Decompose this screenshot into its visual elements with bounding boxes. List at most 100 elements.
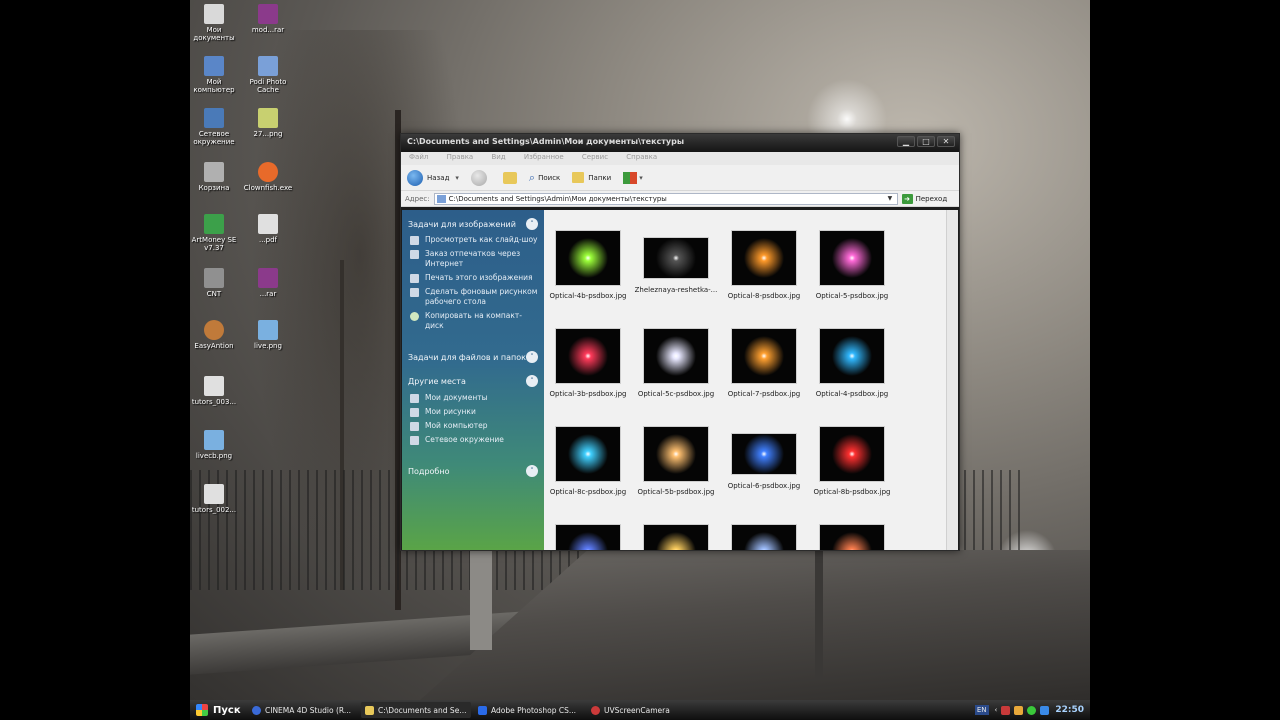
taskbar-button-photoshop[interactable]: Adobe Photoshop CS... [474,702,584,718]
file-thumbnail[interactable]: Optical-8-psdbox.jpg [720,230,808,300]
start-button[interactable]: Пуск [190,700,248,720]
artmoney-icon [204,214,224,234]
place-network[interactable]: Сетевое окружение [410,435,538,445]
desktop-icon-live-png[interactable]: live.png [240,320,296,350]
desktop-icon-tutors-003[interactable]: tutors_003... [190,376,242,406]
expand-icon[interactable]: ˅ [526,351,538,363]
task-slideshow[interactable]: Просмотреть как слайд-шоу [410,235,538,245]
folders-button[interactable]: Папки [572,172,611,183]
up-folder-button[interactable] [502,171,517,184]
search-button[interactable]: ⌕ Поиск [529,171,560,185]
desktop-icon-photo-cache[interactable]: Podi Photo Cache [240,56,296,94]
light-flare [744,336,784,376]
file-thumbnail[interactable] [632,524,720,550]
file-thumbnail[interactable]: Zheleznaya-reshetka-... [632,230,720,294]
desktop-icon-label: ...rar [259,290,277,298]
place-my-computer[interactable]: Мой компьютер [410,421,538,431]
explorer-window: C:\Documents and Settings\Admin\Мои доку… [400,133,960,551]
taskbar-button-explorer[interactable]: C:\Documents and Se... [361,702,471,718]
wallpaper-icon [410,288,419,297]
back-button[interactable]: Назад ▾ [407,169,459,186]
task-order-prints[interactable]: Заказ отпечатков через Интернет [410,249,538,269]
file-thumbnail[interactable]: Optical-8c-psdbox.jpg [544,426,632,496]
address-bar: Адрес: C:\Documents and Settings\Admin\М… [401,191,959,207]
tray-app-icon[interactable] [1001,705,1011,715]
desktop-icon-label: Корзина [198,184,230,192]
image-tasks-header[interactable]: Задачи для изображений ˄ [408,218,538,230]
details-header[interactable]: Подробно ˅ [408,465,538,477]
vertical-scrollbar[interactable] [946,210,958,550]
task-set-wallpaper[interactable]: Сделать фоновым рисунком рабочего стола [410,287,538,307]
task-copy-to-cd[interactable]: Копировать на компакт-диск [410,311,538,331]
tray-app-icon[interactable] [1014,705,1024,715]
address-dropdown-icon[interactable]: ▼ [888,195,896,203]
forward-button[interactable] [470,169,491,186]
desktop-icon-my-computer[interactable]: Мой компьютер [190,56,242,94]
file-thumbnail[interactable]: Optical-6-psdbox.jpg [720,426,808,490]
menu-tools[interactable]: Сервис [582,153,608,161]
file-thumbnail[interactable] [720,524,808,550]
menu-edit[interactable]: Правка [447,153,474,161]
tray-app-icon[interactable] [1027,705,1037,715]
system-tray: EN ‹ 22:50 [974,700,1090,720]
file-thumbnail[interactable] [808,524,896,550]
file-thumbnail[interactable]: Optical-3b-psdbox.jpg [544,328,632,398]
task-print[interactable]: Печать этого изображения [410,273,538,283]
desktop-icon-pdf[interactable]: ...pdf [240,214,296,244]
place-my-pictures[interactable]: Мои рисунки [410,407,538,417]
tray-app-icon[interactable] [1040,705,1050,715]
task-label: Печать этого изображения [425,273,533,282]
file-tasks-header[interactable]: Задачи для файлов и папок ˅ [408,351,538,363]
clock[interactable]: 22:50 [1055,705,1084,715]
tray-expand-icon[interactable]: ‹ [995,706,998,714]
clownfish-icon [258,162,278,182]
desktop-icon-tutors-002[interactable]: tutors_002... [190,484,242,514]
desktop-icon-easyantion[interactable]: EasyAntion [190,320,242,350]
thumbnail-image [555,524,621,550]
desktop-icon-my-documents[interactable]: Мои документы [190,4,242,42]
desktop-icon-clownfish[interactable]: Clownfish.exe [240,162,296,192]
desktop-icon-livecb-png[interactable]: livecb.png [190,430,242,460]
file-thumbnail[interactable]: Optical-5-psdbox.jpg [808,230,896,300]
menu-favorites[interactable]: Избранное [524,153,564,161]
file-thumbnail[interactable]: Optical-4b-psdbox.jpg [544,230,632,300]
views-button[interactable]: ▾ [623,171,643,184]
other-places-header[interactable]: Другие места ˄ [408,375,538,387]
place-label: Мои документы [425,393,488,402]
taskbar-button-uvscreencamera[interactable]: UVScreenCamera [587,702,697,718]
collapse-icon[interactable]: ˄ [526,218,538,230]
file-thumbnail[interactable]: Optical-5b-psdbox.jpg [632,426,720,496]
file-thumbnail[interactable]: Optical-8b-psdbox.jpg [808,426,896,496]
desktop-icon-rar[interactable]: mod...rar [240,4,296,34]
file-thumbnail[interactable] [544,524,632,550]
expand-icon[interactable]: ˅ [526,465,538,477]
desktop-icon-png[interactable]: 27...png [240,108,296,138]
desktop-icon-label: ...pdf [258,236,278,244]
maximize-button[interactable]: □ [917,136,935,147]
place-my-documents[interactable]: Мои документы [410,393,538,403]
folder-icon [258,56,278,76]
collapse-icon[interactable]: ˄ [526,375,538,387]
file-thumbnail[interactable]: Optical-5c-psdbox.jpg [632,328,720,398]
desktop-icon-recycle-bin[interactable]: Корзина [190,162,242,192]
address-input[interactable]: C:\Documents and Settings\Admin\Мои доку… [433,192,898,205]
back-dropdown-icon[interactable]: ▾ [455,174,459,182]
menu-help[interactable]: Справка [626,153,657,161]
taskbar-button-cinema4d[interactable]: CINEMA 4D Studio (R... [248,702,358,718]
desktop-icon-rar-2[interactable]: ...rar [240,268,296,298]
desktop-icon-network[interactable]: Сетевое окружение [190,108,242,146]
folder-icon [436,194,446,203]
language-indicator[interactable]: EN [974,705,989,715]
desktop-icon-cnt[interactable]: CNT [190,268,242,298]
close-button[interactable]: ✕ [937,136,955,147]
window-titlebar[interactable]: C:\Documents and Settings\Admin\Мои доку… [401,134,959,152]
menu-file[interactable]: Файл [409,153,428,161]
go-button[interactable]: ➜ Переход [901,193,947,204]
menu-view[interactable]: Вид [491,153,505,161]
address-value: C:\Documents and Settings\Admin\Мои доку… [448,194,667,203]
file-thumbnail[interactable]: Optical-4-psdbox.jpg [808,328,896,398]
minimize-button[interactable]: ▁ [897,136,915,147]
file-thumbnail[interactable]: Optical-7-psdbox.jpg [720,328,808,398]
desktop-icon-artmoney[interactable]: ArtMoney SE v7.37 [190,214,242,252]
file-name: Optical-3b-psdbox.jpg [549,390,627,398]
